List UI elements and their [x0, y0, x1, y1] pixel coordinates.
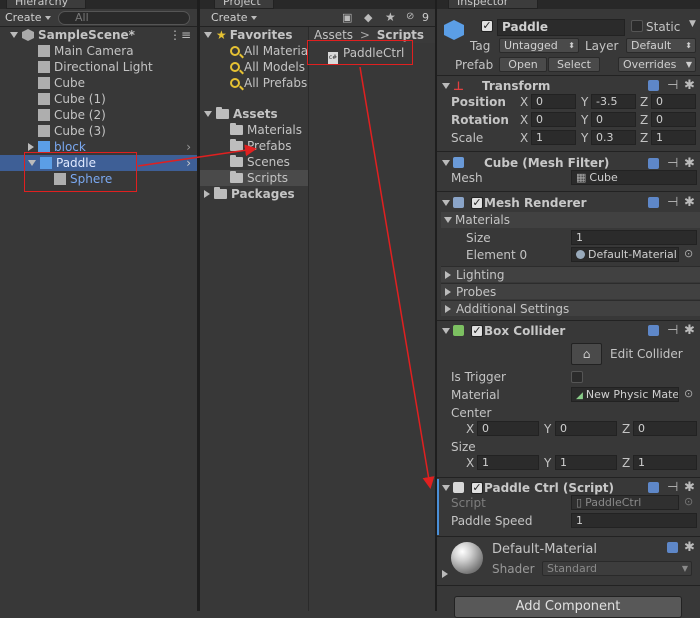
arrow-script-to-component	[359, 66, 435, 489]
annotation-arrows	[137, 66, 435, 489]
arrow-paddle-to-prefabs	[137, 144, 257, 167]
